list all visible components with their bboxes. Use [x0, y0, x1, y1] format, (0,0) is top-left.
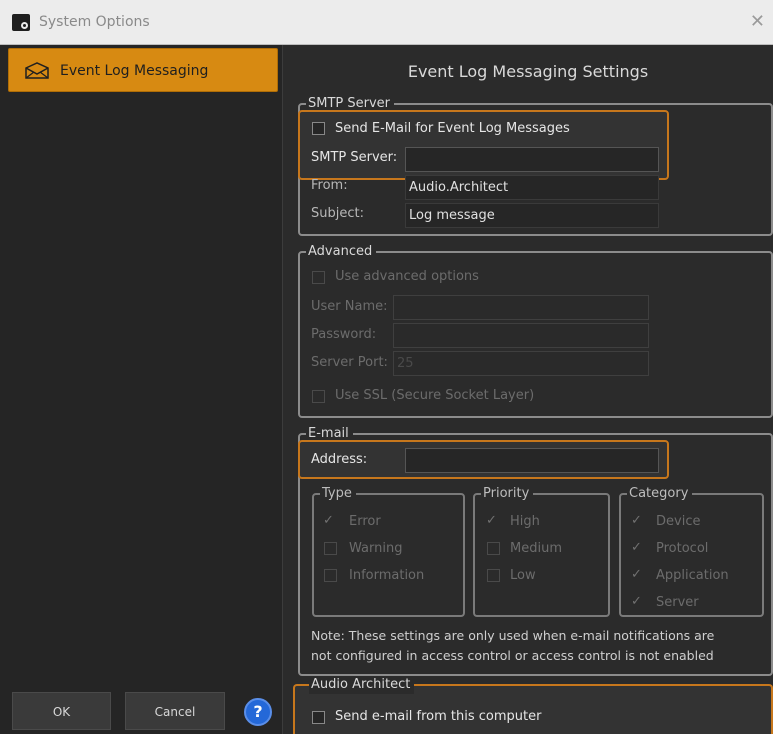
server-port-label: Server Port: [311, 355, 388, 370]
smtp-server-label: SMTP Server: [311, 150, 398, 165]
type-warning-checkbox[interactable] [324, 542, 337, 555]
server-port-input[interactable]: 25 [393, 351, 649, 376]
category-protocol-label: Protocol [656, 541, 709, 556]
page-title: Event Log Messaging Settings [407, 62, 649, 81]
address-label: Address: [311, 452, 368, 467]
priority-low-checkbox[interactable] [487, 569, 500, 582]
priority-medium-checkbox[interactable] [487, 542, 500, 555]
main-panel: Event Log Messaging Settings SMTP Server… [283, 45, 773, 734]
password-input[interactable] [393, 323, 649, 348]
send-from-computer-label: Send e-mail from this computer [335, 709, 542, 724]
advanced-legend: Advanced [306, 243, 377, 261]
server-checkmark-icon[interactable]: ✓ [631, 594, 642, 609]
send-email-label: Send E-Mail for Event Log Messages [335, 121, 570, 136]
priority-low-label: Low [510, 568, 536, 583]
email-note-line-2: not configured in access control or acce… [311, 648, 714, 663]
high-checkmark-icon[interactable]: ✓ [486, 513, 497, 528]
user-name-label: User Name: [311, 299, 388, 314]
help-icon[interactable]: ? [244, 698, 272, 726]
from-label: From: [311, 178, 348, 193]
type-information-checkbox[interactable] [324, 569, 337, 582]
priority-legend: Priority [481, 485, 534, 503]
send-email-checkbox[interactable] [312, 122, 325, 135]
sidebar-item-event-log-messaging[interactable]: Event Log Messaging [8, 48, 278, 92]
use-ssl-checkbox[interactable] [312, 390, 325, 403]
window-title: System Options [39, 14, 150, 30]
category-device-label: Device [656, 514, 701, 529]
title-bar: System Options ✕ [0, 0, 773, 45]
use-advanced-label: Use advanced options [335, 269, 479, 284]
app-icon [12, 14, 30, 31]
priority-high-label: High [510, 514, 540, 529]
audio-architect-legend: Audio Architect [309, 676, 415, 694]
type-error-label: Error [349, 514, 381, 529]
sidebar-item-label: Event Log Messaging [60, 63, 209, 79]
category-legend: Category [627, 485, 693, 503]
type-legend: Type [320, 485, 356, 503]
user-name-input[interactable] [393, 295, 649, 320]
send-from-computer-checkbox[interactable] [312, 711, 325, 724]
address-input[interactable] [405, 448, 659, 473]
category-server-label: Server [656, 595, 699, 610]
ok-button[interactable]: OK [12, 692, 111, 730]
priority-medium-label: Medium [510, 541, 562, 556]
smtp-server-input[interactable] [405, 147, 659, 172]
device-checkmark-icon[interactable]: ✓ [631, 513, 642, 528]
type-information-label: Information [349, 568, 425, 583]
from-input[interactable]: Audio.Architect [405, 175, 659, 200]
type-warning-label: Warning [349, 541, 403, 556]
category-application-label: Application [656, 568, 729, 583]
use-ssl-label: Use SSL (Secure Socket Layer) [335, 388, 535, 403]
sidebar: Event Log Messaging OK Cancel ? [0, 45, 283, 734]
protocol-checkmark-icon[interactable]: ✓ [631, 540, 642, 555]
password-label: Password: [311, 327, 377, 342]
envelope-icon [25, 62, 49, 79]
close-icon[interactable]: ✕ [750, 11, 765, 32]
error-checkmark-icon[interactable]: ✓ [323, 513, 334, 528]
application-checkmark-icon[interactable]: ✓ [631, 567, 642, 582]
subject-label: Subject: [311, 206, 364, 221]
email-note-line-1: Note: These settings are only used when … [311, 628, 715, 643]
use-advanced-checkbox[interactable] [312, 271, 325, 284]
cancel-button[interactable]: Cancel [125, 692, 225, 730]
subject-input[interactable]: Log message [405, 203, 659, 228]
